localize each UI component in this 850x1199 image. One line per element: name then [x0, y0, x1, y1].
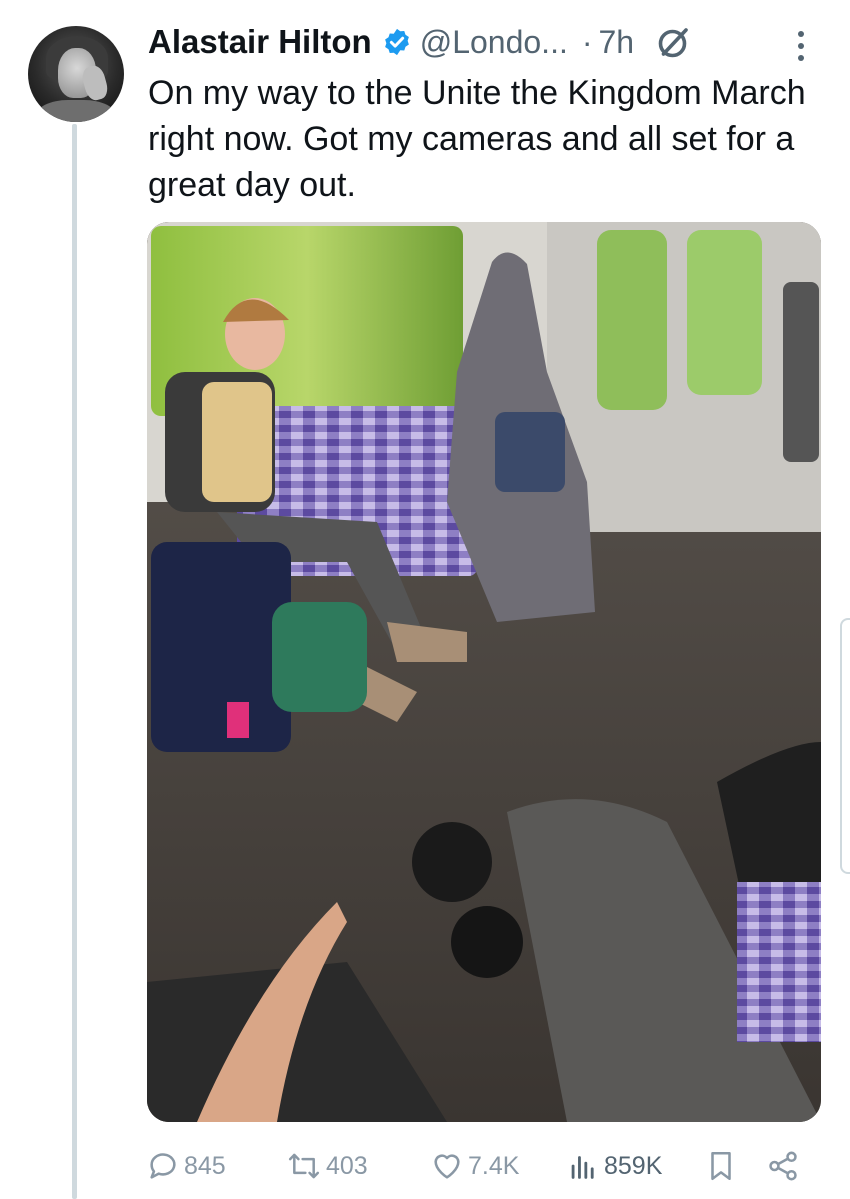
verified-badge-icon: [382, 27, 412, 57]
repost-count: 403: [326, 1151, 368, 1180]
thread-line: [72, 124, 77, 1199]
author-handle[interactable]: @Londo...: [420, 24, 568, 61]
bookmark-icon: [711, 1151, 731, 1181]
author-name[interactable]: Alastair Hilton: [148, 23, 372, 61]
bookmark-button[interactable]: [704, 1146, 742, 1186]
grok-icon[interactable]: [656, 24, 692, 60]
share-icon: [769, 1151, 797, 1181]
timestamp[interactable]: 7h: [599, 24, 635, 61]
tweet-text: On my way to the Unite the Kingdom March…: [148, 74, 806, 204]
reply-icon: [150, 1153, 176, 1179]
reply-count: 845: [184, 1151, 226, 1180]
views-count: 859K: [604, 1151, 663, 1180]
action-bar: 845 403 7.4K 859K: [146, 1146, 826, 1186]
like-icon: [434, 1154, 460, 1179]
scrollbar-thumb[interactable]: [840, 618, 850, 874]
like-button[interactable]: 7.4K: [430, 1146, 519, 1186]
tweet-photo[interactable]: [147, 222, 821, 1122]
reply-button[interactable]: 845: [146, 1146, 226, 1186]
repost-icon: [288, 1153, 320, 1179]
more-icon[interactable]: [786, 26, 816, 66]
tweet-header: Alastair Hilton @Londo... · 7h: [148, 20, 828, 64]
repost-button[interactable]: 403: [286, 1146, 368, 1186]
separator-dot: ·: [581, 23, 593, 60]
views-icon: [571, 1156, 594, 1179]
share-button[interactable]: [766, 1146, 804, 1186]
views-button[interactable]: 859K: [566, 1146, 662, 1186]
like-count: 7.4K: [468, 1151, 520, 1180]
avatar[interactable]: [28, 26, 124, 122]
